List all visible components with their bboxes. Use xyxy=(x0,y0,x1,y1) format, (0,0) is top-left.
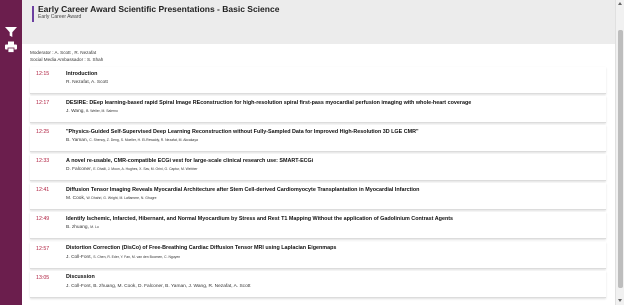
co-authors: S. Chen, R. Eder, Y. Fan, M. van den Boo… xyxy=(93,254,181,259)
page-title: Early Career Award Scientific Presentati… xyxy=(38,4,280,14)
session-row[interactable]: 12:25 "Physics-Guided Self-Supervised De… xyxy=(30,125,606,153)
session-row[interactable]: 12:17 DESIRE: DEep learning-based rapid … xyxy=(30,96,606,124)
session-title[interactable]: Distortion Correction (DisCo) of Free-Br… xyxy=(66,245,336,251)
co-authors: W. Dhahri, G. Wright, M. Laflamme, N. Gh… xyxy=(86,196,157,201)
session-time: 12:25 xyxy=(36,129,50,136)
left-rail xyxy=(0,0,22,305)
presenting-author: J. Wang, xyxy=(66,109,87,115)
presenting-author: J. Coll-Font, xyxy=(66,254,94,260)
filter-button[interactable] xyxy=(4,26,18,38)
session-authors: D. Falconer, E. Dhalli, J. Moon, A. Hugh… xyxy=(66,167,197,172)
presenting-author: D. Falconer, xyxy=(66,167,94,173)
session-time: 12:15 xyxy=(36,71,50,77)
session-row[interactable]: 12:41 Diffusion Tensor Imaging Reveals M… xyxy=(30,183,606,211)
session-row[interactable]: 12:57 Distortion Correction (DisCo) of F… xyxy=(30,241,606,269)
session-title[interactable]: Identify Ischemic, Infarcted, Hibernant,… xyxy=(66,216,453,222)
scrollbar-thumb[interactable] xyxy=(617,30,623,288)
session-time: 12:49 xyxy=(36,216,50,223)
session-row[interactable]: 12:49 Identify Ischemic, Infarcted, Hibe… xyxy=(30,212,606,240)
presenting-author: R. Nezafat, A. Scott xyxy=(66,80,108,85)
session-row[interactable]: 13:05 Discussion J. Coll-Font, B. zhuang… xyxy=(30,270,606,298)
session-authors: B. Yaman, C. Shenoy, Z. Deng, S. Moeller… xyxy=(66,138,198,143)
session-authors: J. Coll-Font, B. zhuang, M. Cook, D. Fal… xyxy=(66,284,250,289)
session-title[interactable]: Discussion xyxy=(66,274,95,280)
session-authors: J. Wang, B. Weller, M. Salerno xyxy=(66,109,118,114)
co-authors: M. Lu xyxy=(90,225,99,230)
session-header: Early Career Award Scientific Presentati… xyxy=(22,0,615,44)
vertical-scrollbar[interactable] xyxy=(615,0,624,305)
main-content: Early Career Award Scientific Presentati… xyxy=(22,0,615,305)
filter-icon xyxy=(5,27,17,37)
session-authors: B. zhuang, M. Lu xyxy=(66,225,99,230)
presenting-author: B. Yaman, xyxy=(66,138,90,144)
session-authors: R. Nezafat, A. Scott xyxy=(66,80,108,85)
session-row[interactable]: 12:15 Introduction R. Nezafat, A. Scott xyxy=(30,67,606,94)
co-authors: E. Dhalli, J. Moon, A. Hughes, X. Sav, M… xyxy=(93,167,198,172)
session-title[interactable]: DESIRE: DEep learning-based rapid Spiral… xyxy=(66,100,471,106)
presenting-author: B. zhuang, xyxy=(66,225,91,231)
moderator-line: Moderator : A. Scott , R. Nezafat xyxy=(30,50,97,55)
session-time: 12:33 xyxy=(36,158,50,165)
page-subtitle: Early Career Award xyxy=(38,14,82,20)
session-list: 12:15 Introduction R. Nezafat, A. Scott … xyxy=(30,67,606,300)
co-authors: B. Weller, M. Salerno xyxy=(86,109,118,114)
session-time: 12:17 xyxy=(36,100,50,107)
scroll-up-arrow-icon[interactable] xyxy=(618,2,622,5)
co-authors: C. Shenoy, Z. Deng, S. Moeller, H. El-Re… xyxy=(89,138,198,143)
session-time: 12:41 xyxy=(36,187,50,194)
scroll-down-arrow-icon[interactable] xyxy=(618,299,622,302)
header-accent-bar xyxy=(32,6,34,22)
presenting-author: J. Coll-Font, B. zhuang, M. Cook, D. Fal… xyxy=(66,283,251,289)
session-title[interactable]: Diffusion Tensor Imaging Reveals Myocard… xyxy=(66,187,419,193)
session-authors: M. Cook, W. Dhahri, G. Wright, M. Laflam… xyxy=(66,196,157,201)
session-title[interactable]: A novel re-usable, CMR-compatible ECGi v… xyxy=(66,158,313,164)
session-row[interactable]: 12:33 A novel re-usable, CMR-compatible … xyxy=(30,154,606,182)
ambassador-line: Social Media Ambassador : S. Shah xyxy=(30,57,104,62)
session-time: 13:05 xyxy=(36,274,50,281)
print-button[interactable] xyxy=(4,41,18,53)
session-title[interactable]: Introduction xyxy=(66,71,97,77)
print-icon xyxy=(5,41,17,53)
session-authors: J. Coll-Font, S. Chen, R. Eder, Y. Fan, … xyxy=(66,255,180,260)
presenting-author: M. Cook, xyxy=(66,196,87,202)
session-time: 12:57 xyxy=(36,245,50,252)
session-title[interactable]: "Physics-Guided Self-Supervised Deep Lea… xyxy=(66,129,419,135)
